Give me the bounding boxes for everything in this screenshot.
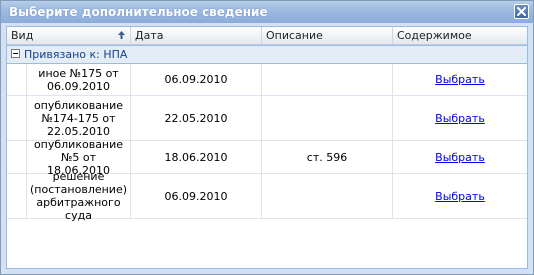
table-row[interactable]: решение (постановление) арбитражного суд… bbox=[7, 170, 527, 222]
column-header-date[interactable]: Дата bbox=[131, 27, 262, 44]
cell-content: Выбрать bbox=[393, 96, 527, 140]
grid-header: Вид Дата Описание Содержимое bbox=[7, 27, 527, 45]
row-indent bbox=[7, 64, 27, 95]
cell-content: Выбрать bbox=[393, 64, 527, 95]
sort-ascending-icon bbox=[118, 31, 125, 39]
column-header-vid[interactable]: Вид bbox=[7, 27, 131, 44]
row-indent bbox=[7, 174, 27, 218]
cell-content: Выбрать bbox=[393, 174, 527, 218]
window-title: Выберите дополнительное сведение bbox=[9, 5, 268, 19]
dialog-window: Выберите дополнительное сведение Вид Дат… bbox=[0, 0, 534, 275]
group-label: Привязано к: НПА bbox=[24, 48, 128, 61]
column-header-label: Дата bbox=[135, 29, 164, 42]
title-bar[interactable]: Выберите дополнительное сведение bbox=[1, 1, 533, 23]
table-row[interactable]: иное №175 от 06.09.2010 06.09.2010 Выбра… bbox=[7, 64, 527, 96]
cell-content: Выбрать bbox=[393, 141, 527, 173]
cell-description bbox=[262, 96, 393, 140]
data-grid: Вид Дата Описание Содержимое Привязано к… bbox=[6, 26, 528, 269]
cell-description: ст. 596 bbox=[262, 141, 393, 173]
column-header-label: Содержимое bbox=[397, 29, 472, 42]
column-header-description[interactable]: Описание bbox=[262, 27, 393, 44]
cell-date: 06.09.2010 bbox=[131, 64, 262, 95]
cell-date: 18.06.2010 bbox=[131, 141, 262, 173]
collapse-icon[interactable] bbox=[11, 49, 20, 58]
cell-vid: опубликование №5 от 18.06.2010 bbox=[27, 138, 131, 177]
close-button[interactable] bbox=[514, 4, 529, 19]
column-header-label: Вид bbox=[11, 29, 34, 42]
close-icon bbox=[517, 7, 526, 16]
cell-description bbox=[262, 64, 393, 95]
select-link[interactable]: Выбрать bbox=[435, 151, 485, 164]
cell-vid: решение (постановление) арбитражного суд… bbox=[27, 170, 131, 222]
cell-vid: опубликование №174-175 от 22.05.2010 bbox=[27, 96, 131, 140]
select-link[interactable]: Выбрать bbox=[435, 112, 485, 125]
cell-description bbox=[262, 174, 393, 218]
table-row[interactable]: опубликование №174-175 от 22.05.2010 22.… bbox=[7, 96, 527, 141]
cell-date: 22.05.2010 bbox=[131, 96, 262, 140]
select-link[interactable]: Выбрать bbox=[435, 73, 485, 86]
row-indent bbox=[7, 141, 27, 173]
column-header-label: Описание bbox=[266, 29, 323, 42]
cell-date: 06.09.2010 bbox=[131, 174, 262, 218]
group-row[interactable]: Привязано к: НПА bbox=[7, 45, 527, 64]
row-indent bbox=[7, 96, 27, 140]
select-link[interactable]: Выбрать bbox=[435, 190, 485, 203]
column-header-content[interactable]: Содержимое bbox=[393, 27, 527, 44]
cell-vid: иное №175 от 06.09.2010 bbox=[27, 64, 131, 95]
